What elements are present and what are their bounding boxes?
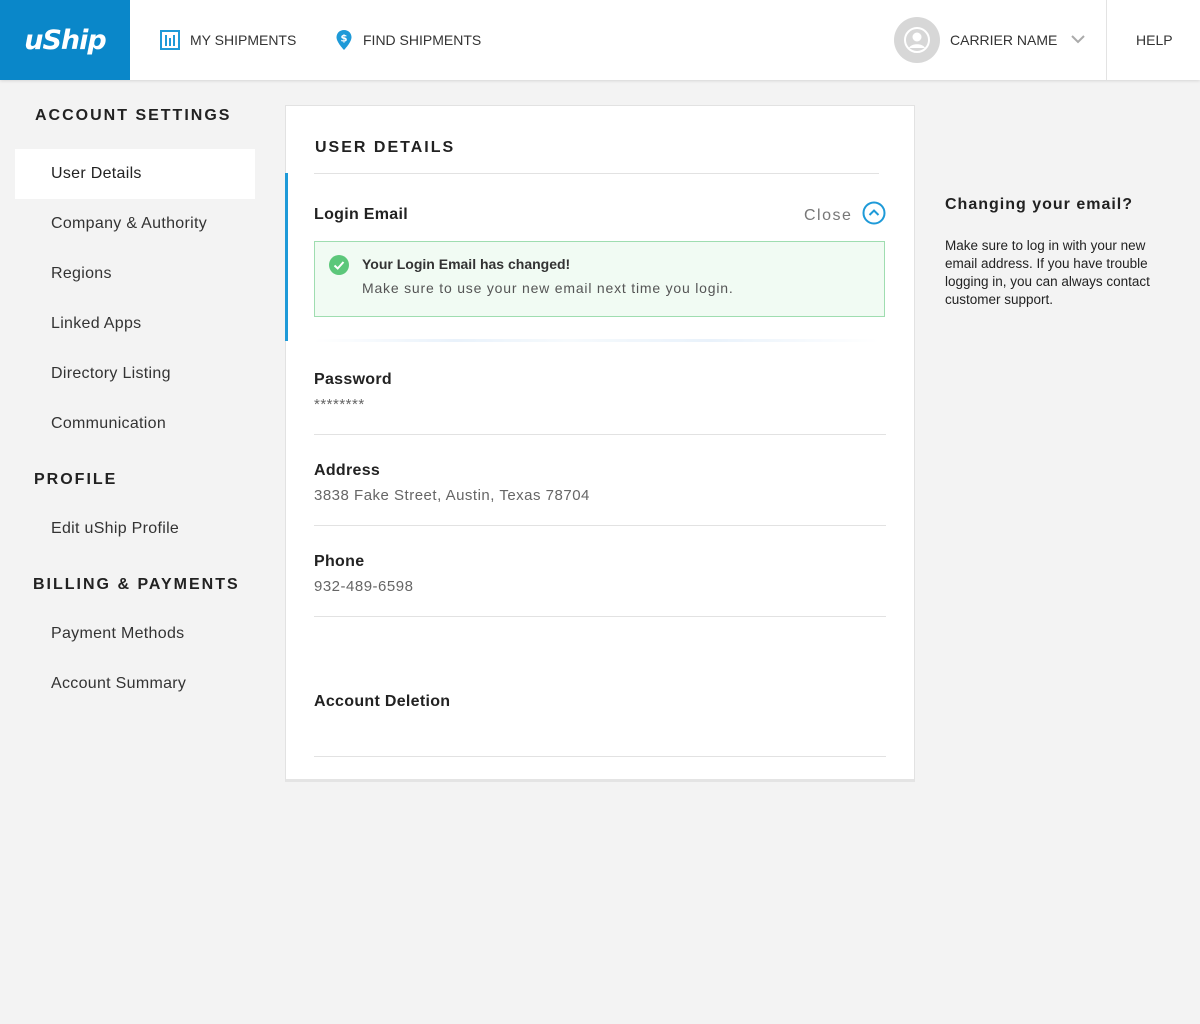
- help-panel-body: Make sure to log in with your new email …: [945, 238, 1150, 307]
- sidebar-item-user-details[interactable]: User Details: [15, 149, 255, 199]
- close-label: Close: [804, 206, 853, 224]
- check-circle-icon: [329, 255, 349, 280]
- phone-value[interactable]: 932-489-6598: [314, 578, 413, 595]
- sidebar-item-linked-apps[interactable]: Linked Apps: [15, 299, 255, 349]
- success-alert: Your Login Email has changed! Make sure …: [314, 241, 885, 317]
- chevron-down-icon: [1071, 31, 1086, 49]
- top-navigation-bar: uShip MY SHIPMENTS $ FIND SHIPMENTS CARR…: [0, 0, 1200, 80]
- active-section-indicator: [285, 173, 288, 341]
- password-label: Password: [314, 371, 392, 388]
- avatar: [894, 17, 940, 63]
- address-label: Address: [314, 462, 381, 479]
- sidebar-item-account-summary[interactable]: Account Summary: [15, 659, 255, 709]
- uship-logo[interactable]: uShip: [0, 0, 130, 80]
- close-button[interactable]: Close: [804, 201, 886, 230]
- help-link[interactable]: HELP: [1136, 0, 1173, 80]
- sidebar-item-company-authority[interactable]: Company & Authority: [15, 199, 255, 249]
- section-divider: [314, 434, 886, 435]
- user-name: CARRIER NAME: [950, 32, 1058, 48]
- user-menu[interactable]: CARRIER NAME: [894, 0, 1086, 80]
- sidebar-heading-billing: BILLING & PAYMENTS: [33, 576, 240, 593]
- password-value[interactable]: ********: [314, 396, 365, 413]
- sidebar-heading-profile: PROFILE: [34, 471, 118, 488]
- chevron-up-circle-icon: [862, 201, 886, 230]
- user-details-card: USER DETAILS Login Email Close Your Logi…: [285, 105, 915, 782]
- alert-title: Your Login Email has changed!: [362, 256, 571, 272]
- section-divider: [314, 616, 886, 617]
- account-deletion-label[interactable]: Account Deletion: [314, 693, 450, 711]
- phone-label: Phone: [314, 553, 365, 570]
- sidebar-heading-account-settings: ACCOUNT SETTINGS: [35, 107, 232, 124]
- alert-message: Make sure to use your new email next tim…: [362, 280, 734, 296]
- sidebar-item-directory-listing[interactable]: Directory Listing: [15, 349, 255, 399]
- nav-find-shipments[interactable]: $ FIND SHIPMENTS: [335, 0, 481, 80]
- svg-text:$: $: [341, 34, 348, 45]
- nav-find-shipments-label: FIND SHIPMENTS: [363, 32, 482, 48]
- help-panel-title: Changing your email?: [945, 196, 1134, 213]
- section-divider: [314, 525, 886, 526]
- login-email-label: Login Email: [314, 206, 408, 223]
- address-value[interactable]: 3838 Fake Street, Austin, Texas 78704: [314, 487, 590, 504]
- nav-my-shipments-label: MY SHIPMENTS: [190, 32, 297, 48]
- title-divider: [314, 173, 879, 174]
- nav-my-shipments[interactable]: MY SHIPMENTS: [160, 0, 296, 80]
- page-title: USER DETAILS: [315, 139, 456, 156]
- sidebar-item-edit-profile[interactable]: Edit uShip Profile: [15, 504, 255, 554]
- section-divider: [314, 339, 879, 342]
- section-divider: [314, 756, 886, 757]
- sidebar-item-regions[interactable]: Regions: [15, 249, 255, 299]
- sidebar-item-communication[interactable]: Communication: [15, 399, 255, 449]
- map-pin-dollar-icon: $: [335, 29, 353, 51]
- logo-text: uShip: [24, 24, 106, 56]
- shipments-icon: [160, 30, 180, 50]
- header-divider: [1106, 0, 1107, 80]
- sidebar-item-payment-methods[interactable]: Payment Methods: [15, 609, 255, 659]
